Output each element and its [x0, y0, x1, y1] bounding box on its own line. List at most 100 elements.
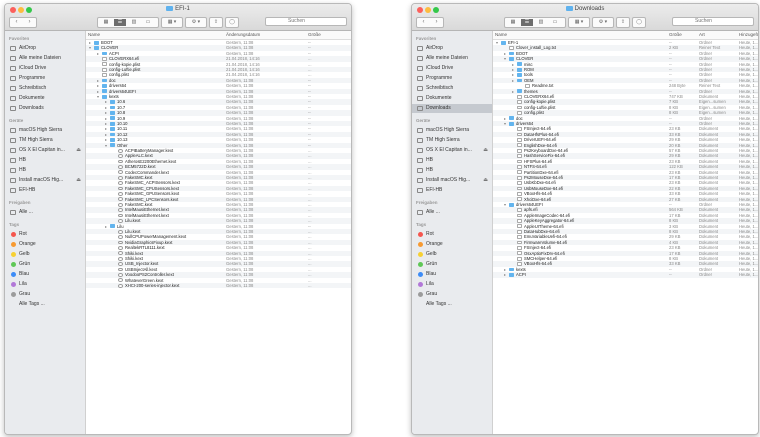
sidebar-item-favorite[interactable]: Downloads: [5, 104, 85, 113]
sidebar-item-tag[interactable]: Grün: [412, 260, 492, 269]
column-header-1[interactable]: Größe: [669, 31, 682, 39]
column-header-0[interactable]: Name: [495, 31, 507, 39]
sidebar-item-device[interactable]: macOS High Sierra: [412, 126, 492, 135]
sidebar-item-favorite[interactable]: Schreibtisch: [5, 84, 85, 93]
sidebar-item-shared[interactable]: Alle ...: [412, 208, 492, 217]
kext-icon: [118, 186, 123, 191]
file-list[interactable]: Name Änderungsdatum Größe ▸ BOOT Gestern, 11:…: [86, 31, 351, 434]
sidebar-item-device[interactable]: OS X El Capitan in... ⏏: [5, 146, 85, 155]
sidebar-item-favorite[interactable]: AirDrop: [412, 44, 492, 53]
sidebar-item-favorite[interactable]: iCloud Drive: [412, 64, 492, 73]
back-button[interactable]: ‹: [417, 18, 430, 27]
forward-button[interactable]: ›: [430, 18, 443, 27]
list-view-button[interactable]: ☰: [521, 19, 533, 26]
list-item[interactable]: XHCI-200-series-injector.kext Gestern, 11…: [86, 283, 351, 289]
eject-icon[interactable]: ⏏: [483, 176, 488, 185]
kext-icon: [118, 229, 123, 234]
sidebar-item-device[interactable]: HB: [5, 156, 85, 165]
tag-button[interactable]: ◯: [632, 17, 646, 28]
sidebar-item-device[interactable]: macOS High Sierra: [5, 126, 85, 135]
sidebar-item-favorite[interactable]: iCloud Drive: [5, 64, 85, 73]
disclosure-triangle-icon[interactable]: ▸: [504, 272, 506, 277]
column-header-2[interactable]: Art: [699, 31, 705, 39]
sidebar-item-device[interactable]: OS X El Capitan in... ⏏: [412, 146, 492, 155]
sidebar-item-tag[interactable]: Grau: [412, 290, 492, 299]
document-icon: [517, 245, 522, 250]
sidebar-item-tag[interactable]: Rot: [412, 230, 492, 239]
column-header: Name Größe Art Hinzugefügt: [493, 31, 758, 40]
sidebar-item-device[interactable]: Install macOS Hig... ⏏: [5, 176, 85, 185]
sidebar-item-tag[interactable]: Alle Tags ...: [412, 300, 492, 309]
sidebar-item-icon: [417, 56, 423, 61]
sidebar-item-favorite[interactable]: Programme: [5, 74, 85, 83]
sidebar-item-tag[interactable]: Rot: [5, 230, 85, 239]
search-input[interactable]: [265, 17, 347, 26]
sidebar-item-favorite[interactable]: Downloads: [412, 104, 492, 113]
action-gear-button[interactable]: ⚙ ▾: [185, 17, 207, 28]
column-header-3[interactable]: Hinzugefügt: [739, 31, 758, 39]
back-button[interactable]: ‹: [10, 18, 23, 27]
column-header-1[interactable]: Änderungsdatum: [226, 31, 260, 39]
sidebar-item-favorite[interactable]: Schreibtisch: [412, 84, 492, 93]
icon-view-button[interactable]: ▦: [507, 19, 519, 26]
share-button[interactable]: ⇪: [209, 17, 223, 28]
sidebar-item-favorite[interactable]: Programme: [412, 74, 492, 83]
sidebar-item-favorite[interactable]: Alle meine Dateien: [5, 54, 85, 63]
sidebar-item-tag[interactable]: Lila: [5, 280, 85, 289]
sidebar-item-favorite[interactable]: AirDrop: [5, 44, 85, 53]
sidebar-item-shared[interactable]: Alle ...: [5, 208, 85, 217]
sidebar-item-tag[interactable]: Alle Tags ...: [5, 300, 85, 309]
eject-icon[interactable]: ⏏: [76, 176, 81, 185]
sidebar-item-tag[interactable]: Lila: [412, 280, 492, 289]
finder-window-efi[interactable]: EFI-1‹›▦☰▥▭▦ ▾⚙ ▾⇪◯FavoritenAirDropAlle …: [4, 3, 352, 435]
column-view-button[interactable]: ▥: [128, 19, 140, 26]
sidebar-item-device[interactable]: TM High Sierra: [5, 136, 85, 145]
eject-icon[interactable]: ⏏: [76, 146, 81, 155]
share-button[interactable]: ⇪: [616, 17, 630, 28]
sidebar-item-tag[interactable]: Orange: [412, 240, 492, 249]
file-list[interactable]: NameGrößeArtHinzugefügt▾EFI-1--OrdnerHeu…: [493, 31, 758, 434]
eject-icon[interactable]: ⏏: [483, 146, 488, 155]
tag-dot-icon: [11, 282, 16, 287]
sidebar-item-icon: [10, 86, 16, 91]
sidebar-item-favorite[interactable]: Dokumente: [412, 94, 492, 103]
arrange-button[interactable]: ▦ ▾: [568, 17, 590, 28]
sidebar-item-favorite[interactable]: Alle meine Dateien: [412, 54, 492, 63]
column-header-2[interactable]: Größe: [308, 31, 321, 39]
sidebar-item-tag[interactable]: Blau: [412, 270, 492, 279]
sidebar-item-device[interactable]: EFI-HB: [412, 186, 492, 195]
search-input[interactable]: [672, 17, 754, 26]
folder-icon: [509, 116, 514, 121]
title-bar: Downloads ‹ › ▦ ☰ ▥ ▭ ▦ ▾ ⚙ ▾ ⇪ ◯: [412, 4, 758, 31]
tag-button[interactable]: ◯: [225, 17, 239, 28]
icon-view-button[interactable]: ▦: [100, 19, 112, 26]
arrange-button[interactable]: ▦ ▾: [161, 17, 183, 28]
column-view-button[interactable]: ▥: [535, 19, 547, 26]
column-header-0[interactable]: Name: [88, 31, 100, 39]
sidebar-item-device[interactable]: TM High Sierra: [412, 136, 492, 145]
document-icon: [102, 73, 107, 77]
finder-window-downloads[interactable]: Downloads‹›▦☰▥▭▦ ▾⚙ ▾⇪◯FavoritenAirDropA…: [411, 3, 759, 435]
sidebar-item-label: TM High Sierra: [426, 137, 460, 143]
sidebar-item-favorite[interactable]: Dokumente: [5, 94, 85, 103]
sidebar-item-device[interactable]: Install macOS Hig... ⏏: [412, 176, 492, 185]
sidebar-item-icon: [417, 106, 423, 111]
list-item[interactable]: ▸ ACPI -- Ordner Heute, 1...: [493, 272, 758, 278]
forward-button[interactable]: ›: [23, 18, 36, 27]
sidebar-item-tag[interactable]: Grün: [5, 260, 85, 269]
sidebar-item-device[interactable]: HB: [5, 166, 85, 175]
list-view-button[interactable]: ☰: [114, 19, 126, 26]
sidebar-item-tag[interactable]: Blau: [5, 270, 85, 279]
sidebar-item-label: Downloads: [19, 105, 44, 111]
gallery-view-button[interactable]: ▭: [142, 19, 154, 26]
tag-dot-icon: [418, 262, 423, 267]
sidebar-item-tag[interactable]: Gelb: [412, 250, 492, 259]
sidebar-item-device[interactable]: HB: [412, 166, 492, 175]
sidebar-item-tag[interactable]: Orange: [5, 240, 85, 249]
gallery-view-button[interactable]: ▭: [549, 19, 561, 26]
sidebar-item-device[interactable]: HB: [412, 156, 492, 165]
action-gear-button[interactable]: ⚙ ▾: [592, 17, 614, 28]
sidebar-item-tag[interactable]: Grau: [5, 290, 85, 299]
sidebar-item-device[interactable]: EFI-HB: [5, 186, 85, 195]
sidebar-item-tag[interactable]: Gelb: [5, 250, 85, 259]
